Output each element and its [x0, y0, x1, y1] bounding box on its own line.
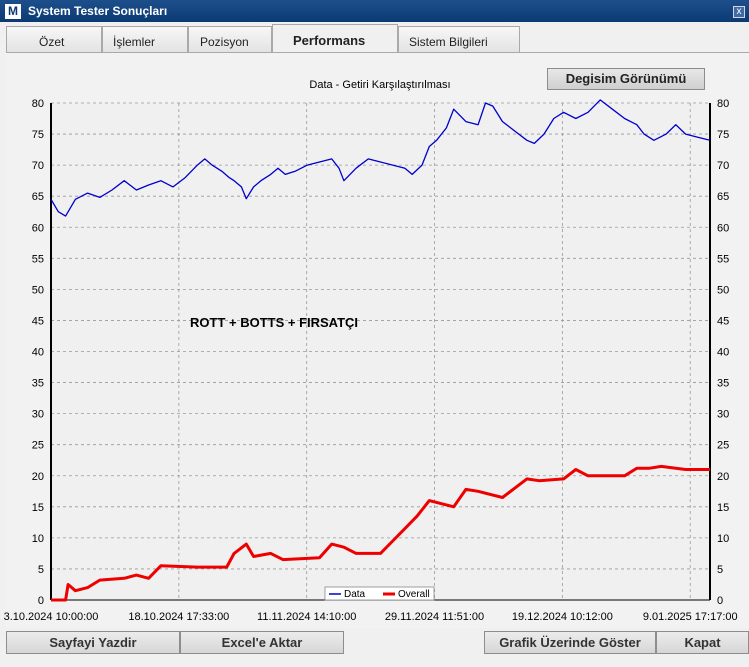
- y-tick-label-right: 10: [717, 533, 729, 545]
- window-title: System Tester Sonuçları: [28, 4, 168, 18]
- y-tick-label-left: 75: [32, 129, 44, 141]
- y-tick-label-left: 60: [32, 222, 44, 234]
- y-tick-label-left: 30: [32, 409, 44, 421]
- y-tick-label-right: 40: [717, 347, 729, 359]
- y-tick-label-right: 65: [717, 191, 729, 203]
- x-tick-label: 11.11.2024 14:10:00: [257, 611, 356, 622]
- tab-sistem-bilgileri[interactable]: Sistem Bilgileri: [398, 26, 520, 52]
- app-logo-icon: M: [5, 4, 21, 19]
- tab-ozet[interactable]: Özet: [6, 26, 102, 52]
- performance-chart: 0 05 510 1015 1520 2025 2530 3035 3540 4045 4550 50…: [4, 79, 738, 622]
- y-tick-label-right: 60: [717, 222, 729, 234]
- y-tick-label-right: 70: [717, 160, 729, 172]
- x-tick-label: 29.11.2024 11:51:00: [385, 611, 484, 622]
- y-tick-label-left: 55: [32, 253, 44, 265]
- y-tick-label-right: 15: [717, 502, 729, 514]
- y-tick-label-left: 40: [32, 347, 44, 359]
- x-tick-label: 18.10.2024 17:33:00: [128, 611, 229, 622]
- y-tick-label-right: 25: [717, 440, 729, 452]
- bottom-button-bar: Sayfayi Yazdir Excel'e Aktar Grafik Üzer…: [0, 630, 749, 667]
- chart-title: Data - Getiri Karşılaştırılması: [309, 79, 450, 91]
- y-tick-label-left: 0: [38, 595, 44, 607]
- show-on-chart-button[interactable]: Grafik Üzerinde Göster: [484, 631, 656, 654]
- tab-performans[interactable]: Performans: [272, 24, 398, 52]
- chart-annotation: ROTT + BOTTS + FIRSATÇI: [190, 315, 358, 330]
- y-tick-label-right: 50: [717, 284, 729, 296]
- y-tick-label-left: 80: [32, 98, 44, 110]
- x-tick-label: 3.10.2024 10:00:00: [4, 611, 99, 622]
- y-tick-label-right: 75: [717, 129, 729, 141]
- close-icon[interactable]: x: [733, 6, 745, 18]
- y-tick-label-right: 55: [717, 253, 729, 265]
- y-tick-label-left: 5: [38, 564, 44, 576]
- title-bar: M System Tester Sonuçları x: [0, 0, 749, 22]
- y-tick-label-right: 30: [717, 409, 729, 421]
- y-tick-label-right: 80: [717, 98, 729, 110]
- y-tick-label-right: 5: [717, 564, 723, 576]
- legend-label-overall: Overall: [398, 589, 430, 600]
- y-tick-label-left: 15: [32, 502, 44, 514]
- tab-islemler[interactable]: İşlemler: [102, 26, 188, 52]
- y-tick-label-right: 20: [717, 471, 729, 483]
- y-tick-label-left: 35: [32, 378, 44, 390]
- close-button[interactable]: Kapat: [656, 631, 749, 654]
- export-excel-button[interactable]: Excel'e Aktar: [180, 631, 344, 654]
- y-tick-label-left: 20: [32, 471, 44, 483]
- y-tick-label-left: 25: [32, 440, 44, 452]
- x-tick-label: 9.01.2025 17:17:00: [643, 611, 738, 622]
- y-tick-label-left: 45: [32, 315, 44, 327]
- tab-bar: Özet İşlemler Pozisyon Performans Sistem…: [0, 22, 749, 52]
- y-tick-label-right: 0: [717, 595, 723, 607]
- y-tick-label-left: 70: [32, 160, 44, 172]
- legend-label-data: Data: [344, 589, 366, 600]
- y-tick-label-right: 45: [717, 315, 729, 327]
- x-tick-label: 19.12.2024 10:12:00: [512, 611, 613, 622]
- y-tick-label-left: 10: [32, 533, 44, 545]
- y-tick-label-left: 65: [32, 191, 44, 203]
- switch-view-button[interactable]: Degisim Görünümü: [547, 68, 705, 90]
- tab-pozisyon[interactable]: Pozisyon: [188, 26, 272, 52]
- y-tick-label-right: 35: [717, 378, 729, 390]
- y-tick-label-left: 50: [32, 284, 44, 296]
- print-page-button[interactable]: Sayfayi Yazdir: [6, 631, 180, 654]
